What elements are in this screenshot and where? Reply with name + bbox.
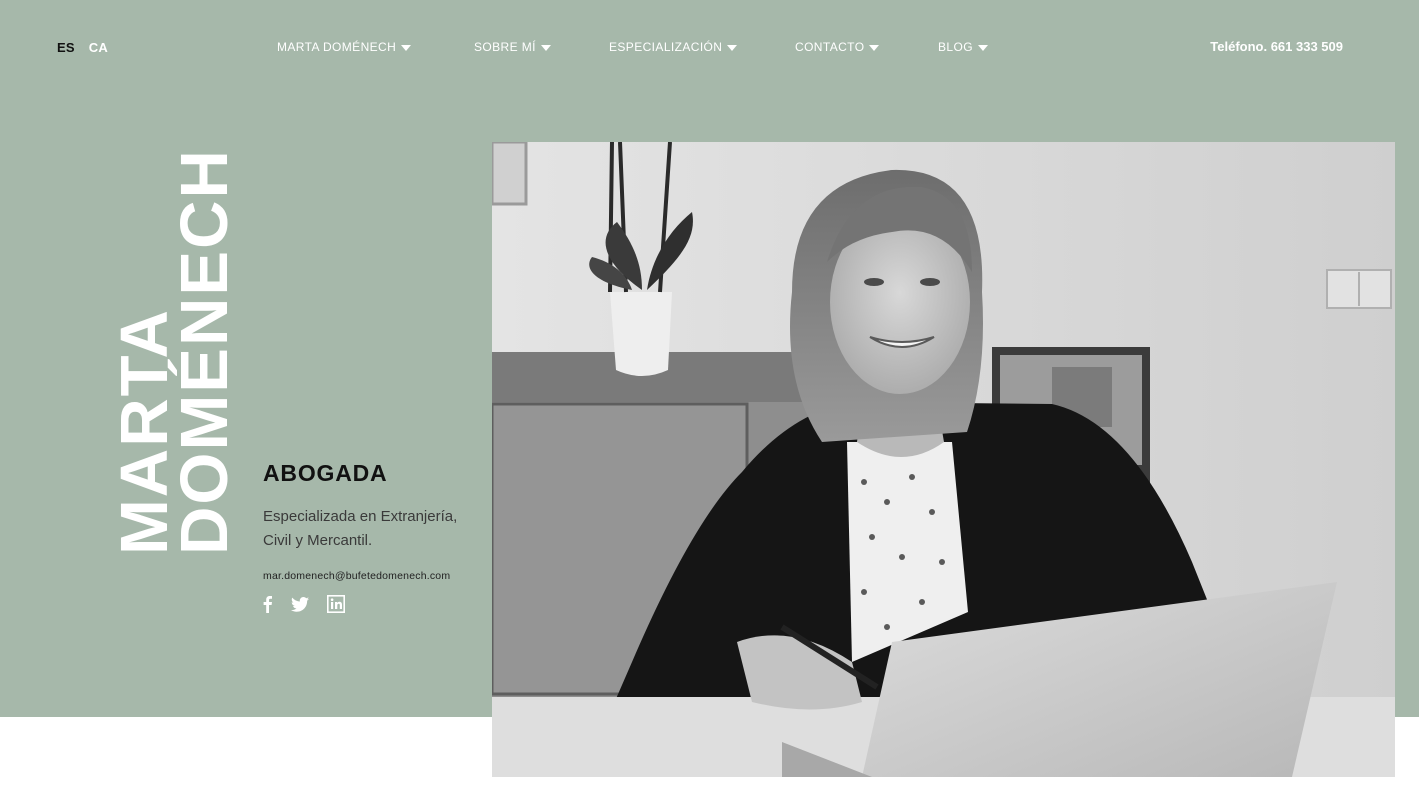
nav-label: CONTACTO (795, 40, 865, 54)
name-line-1: MARTA (107, 308, 182, 555)
nav-label: BLOG (938, 40, 973, 54)
chevron-down-icon (401, 44, 412, 51)
twitter-icon[interactable] (291, 596, 309, 612)
chevron-down-icon (540, 44, 551, 51)
email-link[interactable]: mar.domenech@bufetedomenech.com (263, 570, 450, 582)
social-links (262, 595, 345, 613)
chevron-down-icon (869, 44, 880, 51)
nav-item-marta-domenech[interactable]: MARTA DOMÉNECH (277, 40, 412, 54)
phone-number[interactable]: Teléfono. 661 333 509 (1210, 39, 1343, 54)
subtitle: Especializada en Extranjería, Civil y Me… (263, 508, 458, 549)
main-nav: MARTA DOMÉNECH SOBRE MÍ ESPECIALIZACIÓN … (0, 40, 1419, 60)
chevron-down-icon (727, 44, 738, 51)
nav-item-blog[interactable]: BLOG (938, 40, 988, 54)
nav-label: ESPECIALIZACIÓN (609, 40, 723, 54)
page-title: ABOGADA (263, 460, 388, 486)
nav-label: SOBRE MÍ (474, 40, 536, 54)
name-line-2: DOMÉNECH (167, 148, 242, 555)
facebook-icon[interactable] (262, 595, 273, 613)
nav-label: MARTA DOMÉNECH (277, 40, 397, 54)
portrait-photo (492, 142, 1395, 777)
nav-item-contacto[interactable]: CONTACTO (795, 40, 880, 54)
nav-item-especializacion[interactable]: ESPECIALIZACIÓN (609, 40, 738, 54)
chevron-down-icon (977, 44, 988, 51)
nav-item-sobre-mi[interactable]: SOBRE MÍ (474, 40, 551, 54)
vertical-name: MARTA DOMÉNECH (107, 148, 242, 555)
linkedin-icon[interactable] (327, 595, 345, 613)
